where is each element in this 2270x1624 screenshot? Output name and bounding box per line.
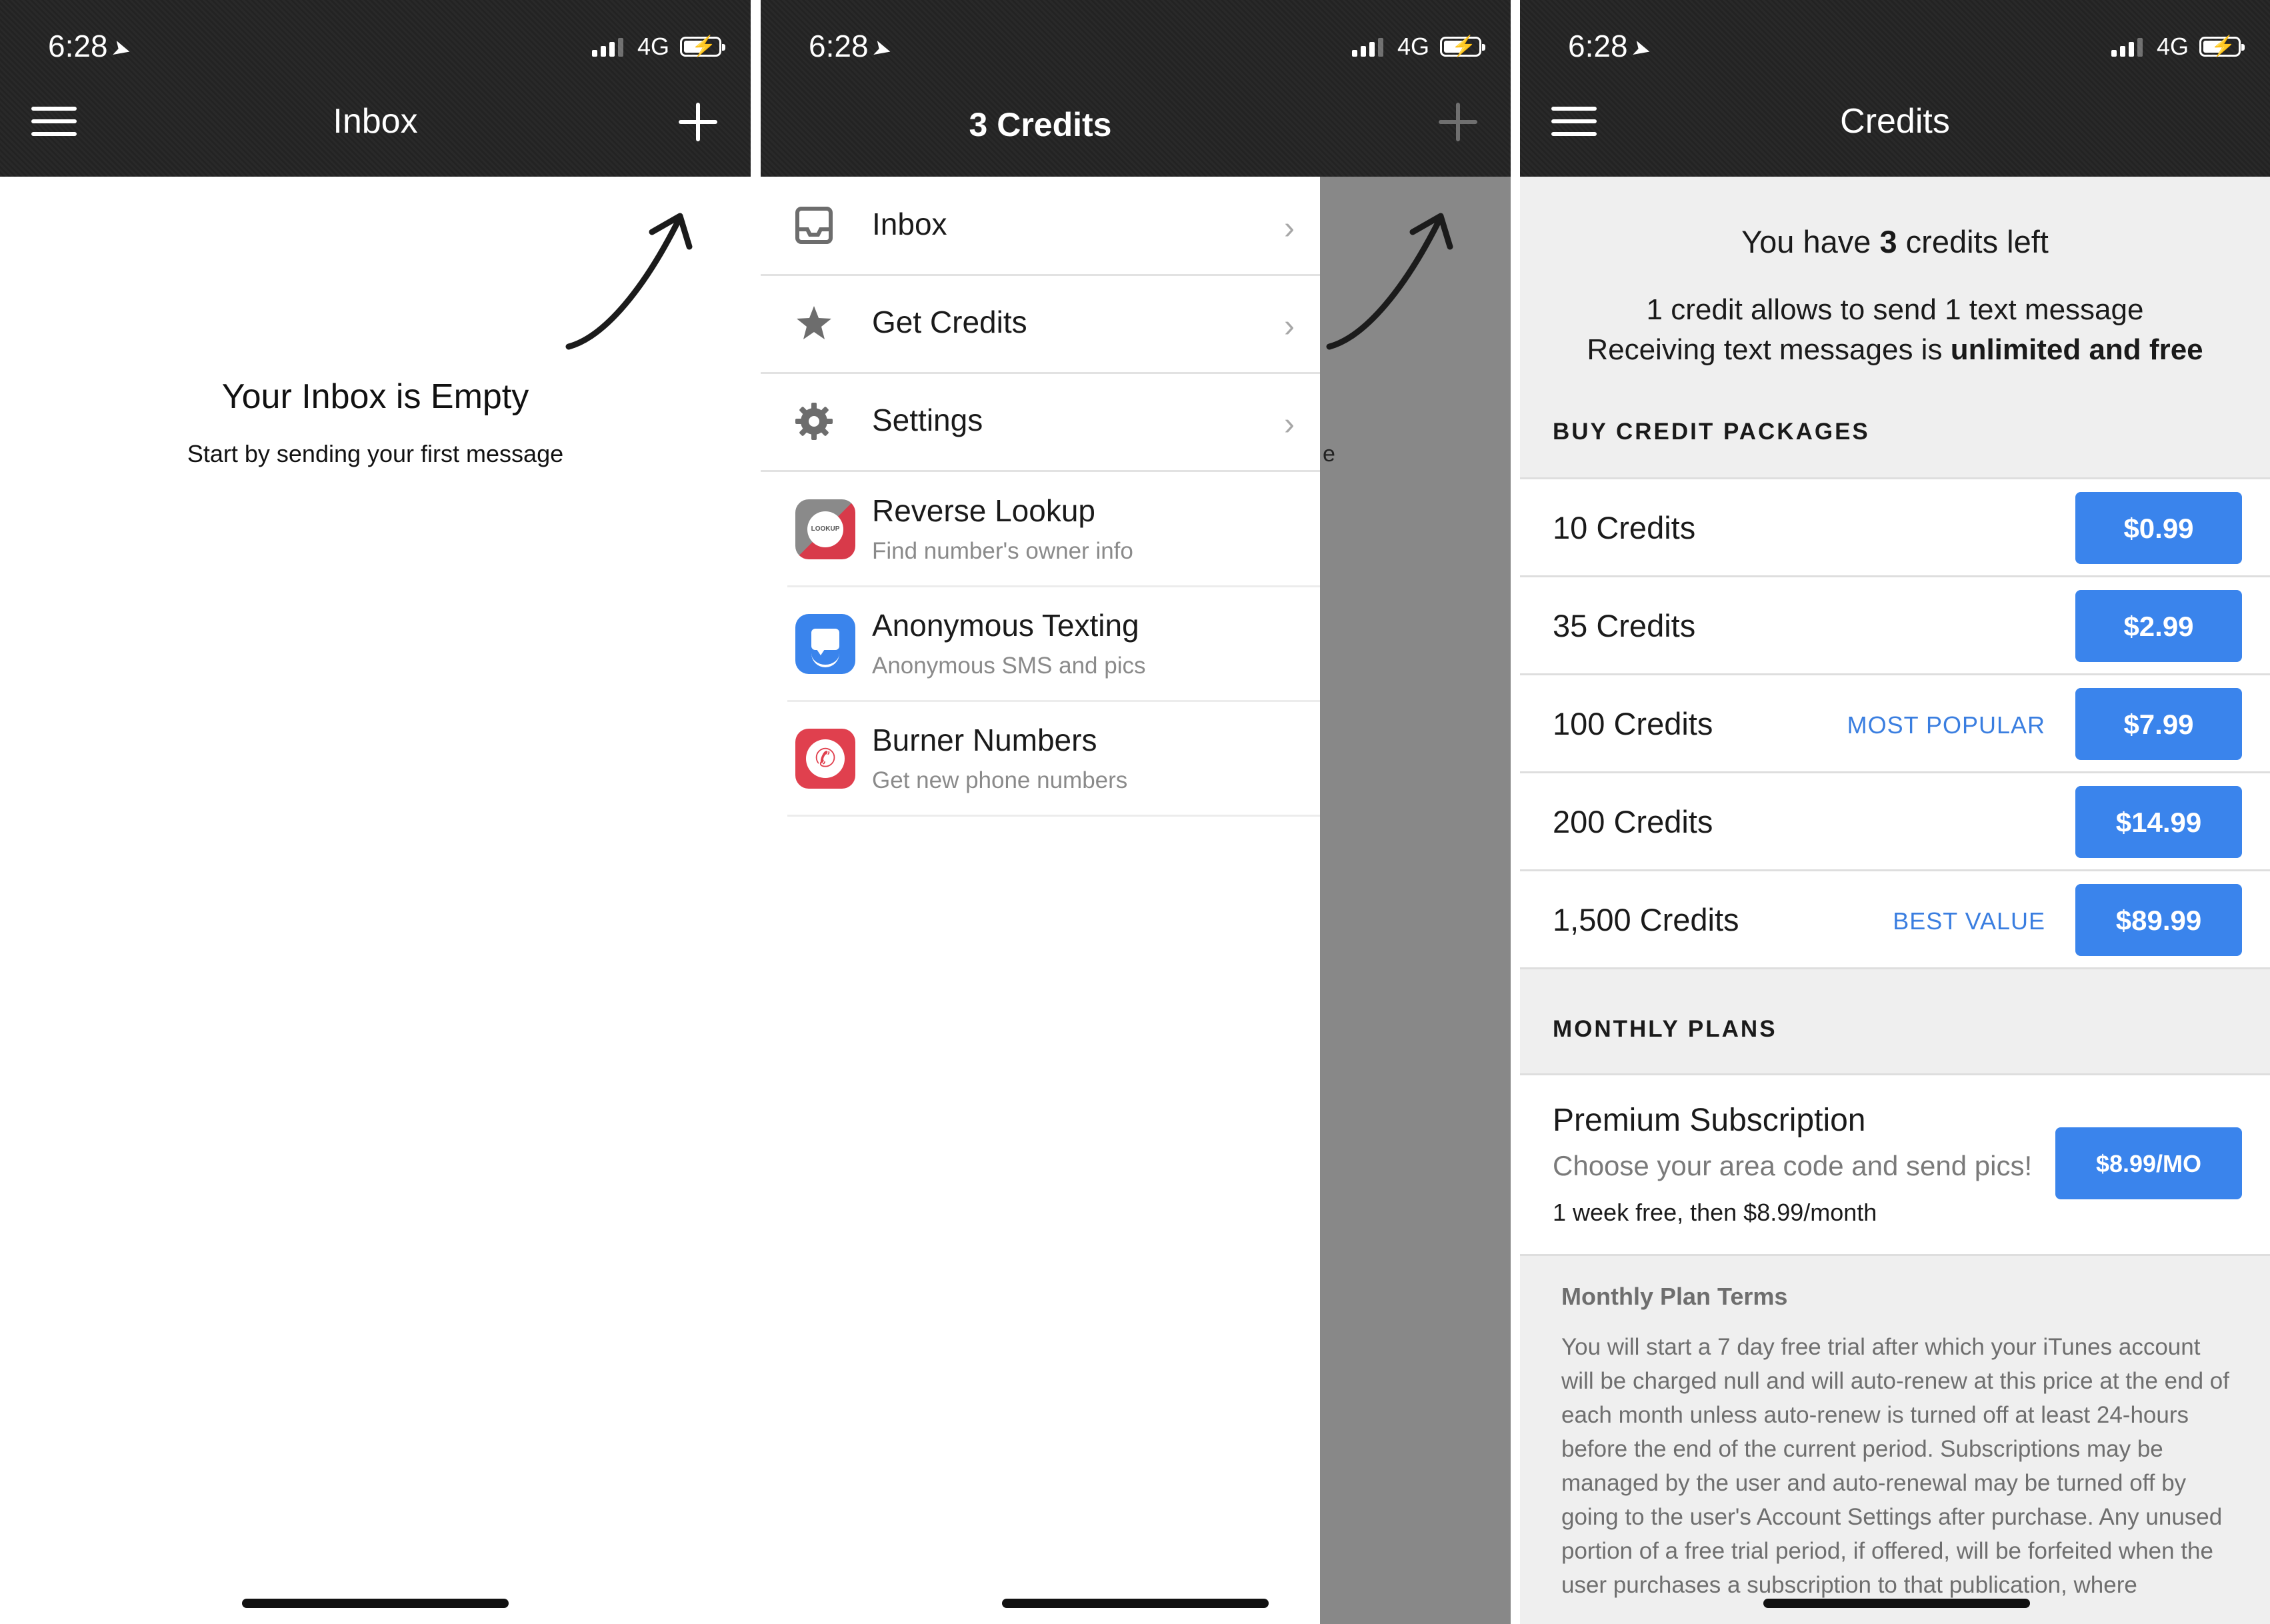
best-value-badge: BEST VALUE (1893, 907, 2045, 935)
terms-title: Monthly Plan Terms (1561, 1283, 1788, 1310)
nav-header: 6:28➤ 4G ⚡ Inbox (0, 0, 751, 177)
buy-100-credits-button[interactable]: $7.99 (2075, 688, 2242, 760)
hint-arrow-icon (1326, 213, 1453, 350)
menu-item-label: Inbox (872, 207, 947, 241)
section-header-monthly: MONTHLY PLANS (1553, 1016, 1777, 1042)
receiving-info-line: Receiving text messages is unlimited and… (1587, 333, 2203, 366)
status-indicators: 4G ⚡ (2111, 32, 2245, 61)
buy-10-credits-button[interactable]: $0.99 (2075, 492, 2242, 564)
buy-35-credits-button[interactable]: $2.99 (2075, 590, 2242, 662)
package-row: 200 Credits $14.99 (1520, 773, 2270, 871)
location-icon: ➤ (1629, 34, 1654, 65)
menu-item-label: Settings (872, 403, 983, 437)
home-indicator (1002, 1599, 1269, 1608)
buy-1500-credits-button[interactable]: $89.99 (2075, 884, 2242, 956)
app-promo-anonymous-texting[interactable]: Anonymous Texting Anonymous SMS and pics (787, 587, 1320, 702)
signal-icon (1351, 37, 1387, 57)
subscribe-button[interactable]: $8.99/MO (2055, 1127, 2242, 1199)
divider (1511, 0, 1520, 1624)
star-icon (797, 306, 831, 339)
signal-icon (2111, 37, 2146, 57)
compose-plus-icon[interactable] (1428, 92, 1488, 152)
nav-header: 6:28➤ 4G ⚡ 3 Credits (761, 0, 1511, 177)
network-label: 4G (1397, 33, 1429, 60)
network-label: 4G (637, 33, 669, 60)
app-description: Get new phone numbers (872, 767, 1128, 793)
package-name: 1,500 Credits (1553, 902, 1739, 937)
anonymous-texting-app-icon (795, 614, 855, 674)
inbox-screen: 6:28➤ 4G ⚡ Inbox Your Inbox is Empty Sta… (0, 0, 751, 1624)
battery-icon: ⚡ (680, 35, 725, 57)
menu-item-inbox[interactable]: Inbox › (761, 177, 1320, 276)
package-row: 10 Credits $0.99 (1520, 479, 2270, 577)
gear-icon (795, 403, 833, 440)
status-time: 6:28➤ (48, 29, 134, 65)
subscription-row: Premium Subscription Choose your area co… (1520, 1073, 2270, 1256)
package-row: 35 Credits $2.99 (1520, 577, 2270, 675)
hint-arrow-icon (565, 213, 693, 350)
credits-screen: 6:28➤ 4G ⚡ Credits You have 3 credits le… (1520, 0, 2270, 1624)
buy-200-credits-button[interactable]: $14.99 (2075, 786, 2242, 858)
status-indicators: 4G ⚡ (1351, 32, 1485, 61)
credits-count-title[interactable]: 3 Credits (761, 105, 1320, 144)
side-menu-screen: 6:28➤ 4G ⚡ 3 Credits Inbox › Get Credits… (761, 0, 1511, 1624)
dimmed-content-overlay[interactable] (1320, 177, 1511, 1624)
network-label: 4G (2156, 33, 2189, 60)
burner-numbers-app-icon: ✆ (795, 729, 855, 789)
package-name: 100 Credits (1553, 706, 1713, 741)
home-indicator (242, 1599, 509, 1608)
location-icon: ➤ (869, 34, 895, 65)
package-row: 1,500 Credits BEST VALUE $89.99 (1520, 871, 2270, 969)
reverse-lookup-app-icon: LOOKUP (795, 499, 855, 559)
status-indicators: 4G ⚡ (591, 32, 725, 61)
menu-item-settings[interactable]: Settings › (761, 373, 1320, 472)
app-promo-burner-numbers[interactable]: ✆ Burner Numbers Get new phone numbers (787, 702, 1320, 817)
empty-state-subtitle: Start by sending your first message (187, 440, 564, 467)
status-time: 6:28➤ (1568, 29, 1654, 65)
signal-icon (591, 37, 627, 57)
battery-icon: ⚡ (1440, 35, 1485, 57)
page-title: Inbox (333, 102, 418, 141)
obscured-text: e (1323, 441, 1335, 467)
subscription-trial-info: 1 week free, then $8.99/month (1553, 1199, 1877, 1226)
app-promo-reverse-lookup[interactable]: LOOKUP Reverse Lookup Find number's owne… (787, 473, 1320, 587)
credits-remaining: You have 3 credits left (1741, 224, 2049, 259)
divider (751, 0, 761, 1624)
app-description: Anonymous SMS and pics (872, 653, 1146, 679)
subscription-name: Premium Subscription (1553, 1103, 1866, 1138)
menu-item-get-credits[interactable]: Get Credits › (761, 275, 1320, 374)
subscription-description: Choose your area code and send pics! (1553, 1150, 2033, 1181)
chevron-right-icon: › (1284, 407, 1295, 442)
nav-header: 6:28➤ 4G ⚡ Credits (1520, 0, 2270, 177)
credit-packages-list: 10 Credits $0.99 35 Credits $2.99 100 Cr… (1520, 477, 2270, 969)
chevron-right-icon: › (1284, 211, 1295, 246)
location-icon: ➤ (109, 34, 134, 65)
compose-plus-icon[interactable] (668, 92, 728, 152)
status-time: 6:28➤ (809, 29, 895, 65)
empty-state-title: Your Inbox is Empty (221, 377, 529, 416)
package-name: 200 Credits (1553, 804, 1713, 839)
app-description: Find number's owner info (872, 538, 1133, 564)
terms-text: You will start a 7 day free trial after … (1561, 1334, 2229, 1598)
menu-item-label: Get Credits (872, 305, 1027, 339)
app-name: Reverse Lookup (872, 493, 1095, 528)
app-name: Anonymous Texting (872, 608, 1139, 643)
home-indicator (1763, 1599, 2030, 1608)
package-name: 35 Credits (1553, 608, 1696, 643)
inbox-icon (795, 207, 833, 244)
page-title: Credits (1840, 102, 1950, 141)
most-popular-badge: MOST POPULAR (1847, 711, 2045, 739)
chevron-right-icon: › (1284, 309, 1295, 344)
app-name: Burner Numbers (872, 723, 1097, 757)
battery-icon: ⚡ (2199, 35, 2245, 57)
section-header-packages: BUY CREDIT PACKAGES (1553, 419, 1870, 445)
credit-info-line: 1 credit allows to send 1 text message (1646, 293, 2144, 326)
package-name: 10 Credits (1553, 510, 1696, 545)
package-row: 100 Credits MOST POPULAR $7.99 (1520, 675, 2270, 773)
